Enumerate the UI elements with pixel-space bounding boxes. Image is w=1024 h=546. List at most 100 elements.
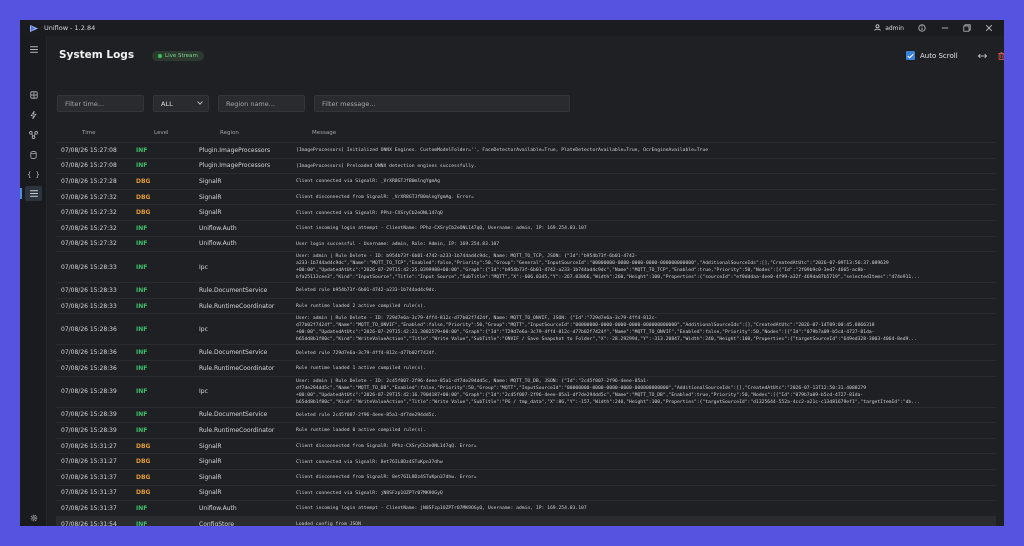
info-icon[interactable]	[916, 22, 928, 34]
level-select-value: ALL	[161, 99, 173, 108]
log-message: Rule runtime loaded 2 active compiled ru…	[296, 304, 426, 310]
log-level: INF	[136, 302, 148, 310]
live-stream-badge: Live Stream	[152, 51, 204, 61]
log-time: 07/08/26 15:28:33	[61, 286, 117, 294]
log-time: 07/08/26 15:28:39	[61, 426, 117, 434]
table-row[interactable]: 07/08/26 15:27:32 INF Uniflow.Auth Client i…	[56, 220, 996, 236]
log-level: INF	[136, 426, 148, 434]
table-row[interactable]: 07/08/26 15:31:37 INF Uniflow.Auth Client i…	[56, 500, 996, 516]
region-filter-input[interactable]: Region name...	[218, 95, 305, 112]
minimize-icon[interactable]	[934, 20, 956, 36]
log-level: INF	[136, 286, 148, 294]
log-region: Rule.DocumentService	[199, 411, 268, 419]
log-message: Client connected via SignalR: jN8SFzp1OZ…	[296, 490, 443, 496]
title-bar: Uniflow - 1.2.84 admin	[20, 20, 1004, 36]
auto-scroll-label: Auto Scroll	[920, 51, 958, 60]
log-message: Deleted rule 2c45f007-2f96-4eee-85a1-df7…	[296, 412, 438, 418]
logs-icon[interactable]	[20, 186, 42, 201]
user-name: admin	[885, 24, 904, 32]
log-region: SignalR	[199, 458, 222, 466]
dashboard-icon[interactable]	[25, 87, 42, 102]
log-level: INF	[136, 240, 148, 248]
table-row[interactable]: 07/08/26 15:27:08 INF Plugin.ImageProcesso…	[56, 142, 996, 158]
log-message: User: admin | Rule Delete - ID: b954b73f…	[296, 254, 920, 281]
table-row[interactable]: 07/08/26 15:31:54 INF ConfigStore Loaded co…	[56, 515, 996, 526]
log-level: INF	[136, 224, 148, 232]
maximize-icon[interactable]	[956, 20, 978, 36]
log-message: Client incoming login attempt - ClientNa…	[296, 506, 587, 512]
col-message: Message	[312, 130, 337, 136]
log-time: 07/08/26 15:27:32	[61, 209, 117, 217]
table-row[interactable]: 07/08/26 15:28:39 INF Ipc User: admin | Rul…	[56, 375, 996, 407]
table-row[interactable]: 07/08/26 15:27:32 DBG SignalR Client discon…	[56, 188, 996, 205]
table-row[interactable]: 07/08/26 15:27:32 DBG SignalR Client connec…	[56, 204, 996, 220]
collapse-icon[interactable]	[975, 49, 989, 63]
table-row[interactable]: 07/08/26 15:31:27 DBG SignalR Client discon…	[56, 437, 996, 454]
auto-scroll-toggle[interactable]: Auto Scroll	[906, 51, 958, 60]
table-row[interactable]: 07/08/26 15:31:37 DBG SignalR Client discon…	[56, 469, 996, 485]
log-time: 07/08/26 15:28:33	[61, 302, 117, 310]
time-filter-input[interactable]: Filter time...	[57, 95, 144, 112]
table-row[interactable]: 07/08/26 15:28:33 INF Ipc User: admin | Rul…	[56, 251, 996, 282]
trash-icon[interactable]	[994, 49, 1004, 63]
table-row[interactable]: 07/08/26 15:31:37 DBG SignalR Client connec…	[56, 484, 996, 501]
log-level: DBG	[136, 177, 151, 185]
braces-icon[interactable]: { }	[25, 167, 42, 182]
log-region: Ipc	[199, 325, 208, 333]
log-message: User: admin | Rule Delete - ID: 2c45f007…	[296, 378, 920, 405]
log-level: INF	[136, 146, 148, 154]
log-message: Client disconnected from SignalR: _VrXR8…	[296, 195, 474, 201]
log-time: 07/08/26 15:31:54	[61, 520, 117, 526]
table-row[interactable]: 07/08/26 15:27:28 DBG SignalR Client connec…	[56, 173, 996, 189]
table-row[interactable]: 07/08/26 15:28:36 INF Rule.RuntimeCoordina…	[56, 360, 996, 376]
log-region: SignalR	[199, 442, 222, 450]
database-icon[interactable]	[25, 147, 42, 162]
checkbox-checked-icon[interactable]	[906, 51, 915, 60]
log-time: 07/08/26 15:31:37	[61, 504, 117, 512]
table-row[interactable]: 07/08/26 15:28:36 INF Rule.DocumentService…	[56, 344, 996, 360]
log-message: User login successful - Username: admin,…	[296, 241, 500, 247]
log-region: SignalR	[199, 473, 222, 481]
table-row[interactable]: 07/08/26 15:31:27 DBG SignalR Client connec…	[56, 453, 996, 469]
log-level: INF	[136, 263, 148, 271]
log-time: 07/08/26 15:27:32	[61, 240, 117, 248]
log-time: 07/08/26 15:28:36	[61, 349, 117, 357]
close-icon[interactable]	[978, 20, 1000, 36]
log-time: 07/08/26 15:27:32	[61, 193, 117, 201]
log-message: [ImageProcessors] Initialized ONNX Engin…	[296, 148, 709, 154]
log-time: 07/08/26 15:27:08	[61, 162, 117, 170]
table-row[interactable]: 07/08/26 15:28:39 INF Rule.RuntimeCoordina…	[56, 422, 996, 438]
workflow-icon[interactable]	[25, 127, 42, 142]
table-header: Time Level Region Message	[48, 125, 998, 143]
table-row[interactable]: 07/08/26 15:28:36 INF Ipc User: admin | Rul…	[56, 313, 996, 344]
log-region: Plugin.ImageProcessors	[199, 162, 271, 170]
table-row[interactable]: 07/08/26 15:27:08 INF Plugin.ImageProcesso…	[56, 157, 996, 174]
log-level: INF	[136, 325, 148, 333]
log-time: 07/08/26 15:27:32	[61, 224, 117, 232]
table-row[interactable]: 07/08/26 15:28:33 INF Rule.DocumentService…	[56, 282, 996, 298]
message-filter-input[interactable]: Filter message...	[314, 95, 570, 112]
log-time: 07/08/26 15:31:27	[61, 442, 117, 450]
table-row[interactable]: 07/08/26 15:28:39 INF Rule.DocumentService…	[56, 406, 996, 423]
log-message: Loaded config from JSON	[296, 522, 361, 526]
main-content: System Logs Live Stream Auto Scroll Filt…	[48, 36, 1004, 526]
table-row[interactable]: 07/08/26 15:27:32 INF Uniflow.Auth User log…	[56, 235, 996, 252]
log-region: ConfigStore	[199, 520, 235, 526]
table-row[interactable]: 07/08/26 15:28:33 INF Rule.RuntimeCoordina…	[56, 297, 996, 314]
app-title: Uniflow - 1.2.84	[44, 24, 96, 32]
user-menu[interactable]: admin	[874, 23, 904, 33]
log-region: Uniflow.Auth	[199, 224, 237, 232]
log-time: 07/08/26 15:31:27	[61, 458, 117, 466]
log-level: INF	[136, 504, 148, 512]
log-time: 07/08/26 15:28:39	[61, 388, 117, 396]
log-message: Rule runtime loaded 0 active compiled ru…	[296, 428, 426, 434]
user-icon	[874, 23, 881, 33]
bolt-icon[interactable]	[25, 107, 42, 122]
log-region: SignalR	[199, 177, 222, 185]
settings-icon[interactable]	[25, 510, 42, 525]
log-region: Rule.RuntimeCoordinator	[199, 302, 275, 310]
menu-icon[interactable]	[25, 42, 42, 57]
log-region: SignalR	[199, 209, 222, 217]
log-level: INF	[136, 349, 148, 357]
level-select[interactable]: ALL	[153, 95, 209, 112]
